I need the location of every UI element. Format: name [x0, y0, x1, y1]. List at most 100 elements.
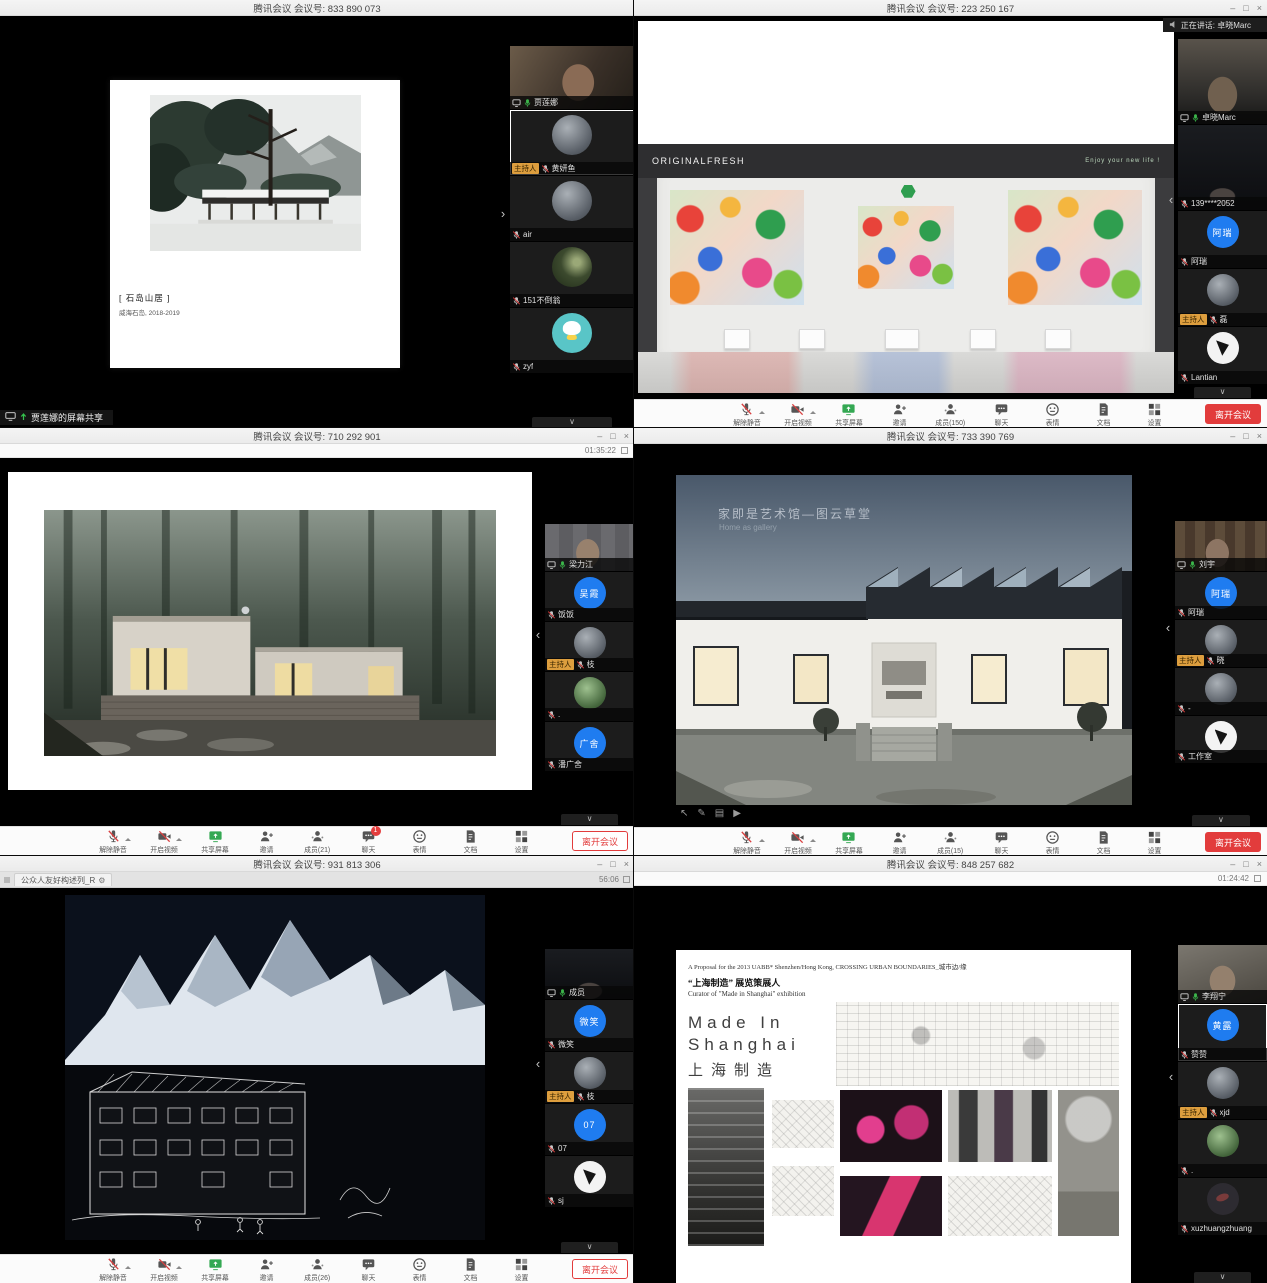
leave-meeting-button[interactable]: 离开会议 [572, 831, 628, 851]
toolbar-button[interactable]: 设置 [1137, 402, 1173, 428]
toolbar-button[interactable]: 邀请 [248, 829, 284, 855]
minimize-button[interactable]: – [1230, 859, 1235, 869]
annotation-tool-icon[interactable] [697, 808, 705, 819]
participant-tile[interactable]: 主持人 枝 [545, 1052, 634, 1103]
close-button[interactable]: × [1257, 859, 1262, 869]
toolbar-button[interactable]: 成员(150) [933, 402, 969, 428]
participant-tile[interactable]: - [1175, 668, 1267, 715]
annotation-tool-icon[interactable] [715, 808, 724, 819]
more-participants-button[interactable]: ∨ [561, 814, 618, 825]
maximize-button[interactable]: □ [1243, 859, 1248, 869]
toolbar-button[interactable]: 聊天 [984, 830, 1020, 856]
fullscreen-icon[interactable] [621, 447, 628, 454]
collapse-panel-chevron[interactable]: › [498, 206, 508, 221]
participant-tile[interactable]: 李翔宁 [1178, 945, 1267, 1003]
window-titlebar[interactable]: 腾讯会议 会议号: 710 292 901 – □ × [0, 428, 634, 444]
toolbar-button[interactable]: 共享屏幕 [197, 1257, 233, 1283]
participant-tile[interactable]: 阿瑞 阿瑞 [1175, 572, 1267, 619]
leave-meeting-button[interactable]: 离开会议 [1205, 832, 1261, 852]
window-titlebar[interactable]: 腾讯会议 会议号: 931 813 306 – □ × [0, 856, 634, 872]
fullscreen-icon[interactable] [1254, 875, 1261, 882]
minimize-button[interactable]: – [1230, 3, 1235, 13]
more-participants-button[interactable]: ∨ [532, 417, 611, 428]
toolbar-button[interactable]: 邀请 [248, 1257, 284, 1283]
participant-tile[interactable]: . [1178, 1120, 1267, 1177]
participant-tile[interactable]: 151不倒翁 [510, 242, 634, 307]
toolbar-button[interactable]: 成员(21) [299, 829, 335, 855]
participant-tile[interactable]: 黄露 赞赞 [1178, 1004, 1267, 1061]
toolbar-button[interactable]: 解除静音 [95, 829, 131, 855]
toolbar-button[interactable]: 开启视频 [780, 402, 816, 428]
toolbar-button[interactable]: 邀请 [882, 830, 918, 856]
participant-tile[interactable]: air [510, 176, 634, 241]
toolbar-button[interactable]: 设置 [503, 829, 539, 855]
participant-tile[interactable]: 广舍 潘广舍 [545, 722, 634, 771]
maximize-button[interactable]: □ [1243, 3, 1248, 13]
participant-tile[interactable]: 主持人 晓 [1175, 620, 1267, 667]
maximize-button[interactable]: □ [610, 431, 615, 441]
toolbar-button[interactable]: 文档 [452, 1257, 488, 1283]
participant-tile[interactable]: 贾莲娜 [510, 46, 634, 109]
collapse-panel-chevron[interactable]: ‹ [1166, 192, 1176, 207]
participant-tile[interactable]: 主持人 xjd [1178, 1062, 1267, 1119]
toolbar-button[interactable]: 共享屏幕 [197, 829, 233, 855]
document-tab[interactable]: 公众人友好构述列_R [14, 873, 112, 886]
participant-tile[interactable]: xuzhuangzhuang [1178, 1178, 1267, 1235]
minimize-button[interactable]: – [1230, 431, 1235, 441]
collapse-panel-chevron[interactable]: ‹ [1163, 620, 1173, 635]
toolbar-button[interactable]: 成员(26) [299, 1257, 335, 1283]
participant-tile[interactable]: 卓晓Marc [1178, 39, 1267, 124]
minimize-button[interactable]: – [597, 431, 602, 441]
toolbar-button[interactable]: 表情 [401, 1257, 437, 1283]
participant-tile[interactable]: . [545, 672, 634, 721]
toolbar-button[interactable]: 解除静音 [729, 830, 765, 856]
close-button[interactable]: × [624, 431, 629, 441]
more-participants-button[interactable]: ∨ [1192, 815, 1251, 826]
maximize-button[interactable]: □ [610, 859, 615, 869]
toolbar-button[interactable]: 邀请 [882, 402, 918, 428]
participant-tile[interactable]: sj [545, 1156, 634, 1207]
fullscreen-icon[interactable] [623, 876, 630, 883]
more-participants-button[interactable]: ∨ [561, 1242, 618, 1253]
annotation-tool-icon[interactable] [733, 808, 741, 819]
participant-tile[interactable]: 主持人 黄妍鱼 [510, 110, 634, 175]
participant-tile[interactable]: 微笑 微笑 [545, 1000, 634, 1051]
toolbar-button[interactable]: 开启视频 [146, 1257, 182, 1283]
participant-tile[interactable]: 梁力江 [545, 524, 634, 571]
participant-tile[interactable]: 主持人 枝 [545, 622, 634, 671]
close-button[interactable]: × [1257, 3, 1262, 13]
toolbar-button[interactable]: 1 聊天 [350, 829, 386, 855]
more-participants-button[interactable]: ∨ [1194, 387, 1251, 398]
participant-tile[interactable]: 139****2052 [1178, 125, 1267, 210]
toolbar-button[interactable]: 解除静音 [729, 402, 765, 428]
minimize-button[interactable]: – [597, 859, 602, 869]
maximize-button[interactable]: □ [1243, 431, 1248, 441]
toolbar-button[interactable]: 开启视频 [146, 829, 182, 855]
close-button[interactable]: × [624, 859, 629, 869]
participant-tile[interactable]: 阿瑞 阿瑞 [1178, 211, 1267, 268]
collapse-panel-chevron[interactable]: ‹ [533, 1056, 543, 1071]
participant-tile[interactable]: 主持人 磊 [1178, 269, 1267, 326]
participant-tile[interactable]: 工作室 [1175, 716, 1267, 763]
participant-tile[interactable]: 成员 [545, 949, 634, 999]
toolbar-button[interactable]: 成员(15) [933, 830, 969, 856]
toolbar-button[interactable]: 聊天 [984, 402, 1020, 428]
toolbar-button[interactable]: 表情 [1035, 830, 1071, 856]
toolbar-button[interactable]: 表情 [401, 829, 437, 855]
toolbar-button[interactable]: 文档 [1086, 402, 1122, 428]
participant-tile[interactable]: 07 07 [545, 1104, 634, 1155]
close-button[interactable]: × [1257, 431, 1262, 441]
window-titlebar[interactable]: 腾讯会议 会议号: 833 890 073 [0, 0, 634, 16]
window-titlebar[interactable]: 腾讯会议 会议号: 223 250 167 – □ × [634, 0, 1267, 16]
more-participants-button[interactable]: ∨ [1194, 1272, 1251, 1283]
participant-tile[interactable]: Lantian [1178, 327, 1267, 384]
collapse-panel-chevron[interactable]: ‹ [1166, 1069, 1176, 1084]
toolbar-button[interactable]: 共享屏幕 [831, 402, 867, 428]
toolbar-button[interactable]: 解除静音 [95, 1257, 131, 1283]
toolbar-button[interactable]: 表情 [1035, 402, 1071, 428]
participant-tile[interactable]: zyf [510, 308, 634, 373]
toolbar-button[interactable]: 聊天 [350, 1257, 386, 1283]
participant-tile[interactable]: 刘宇 [1175, 521, 1267, 571]
toolbar-button[interactable]: 共享屏幕 [831, 830, 867, 856]
participant-tile[interactable]: 吴霞 饭饭 [545, 572, 634, 621]
